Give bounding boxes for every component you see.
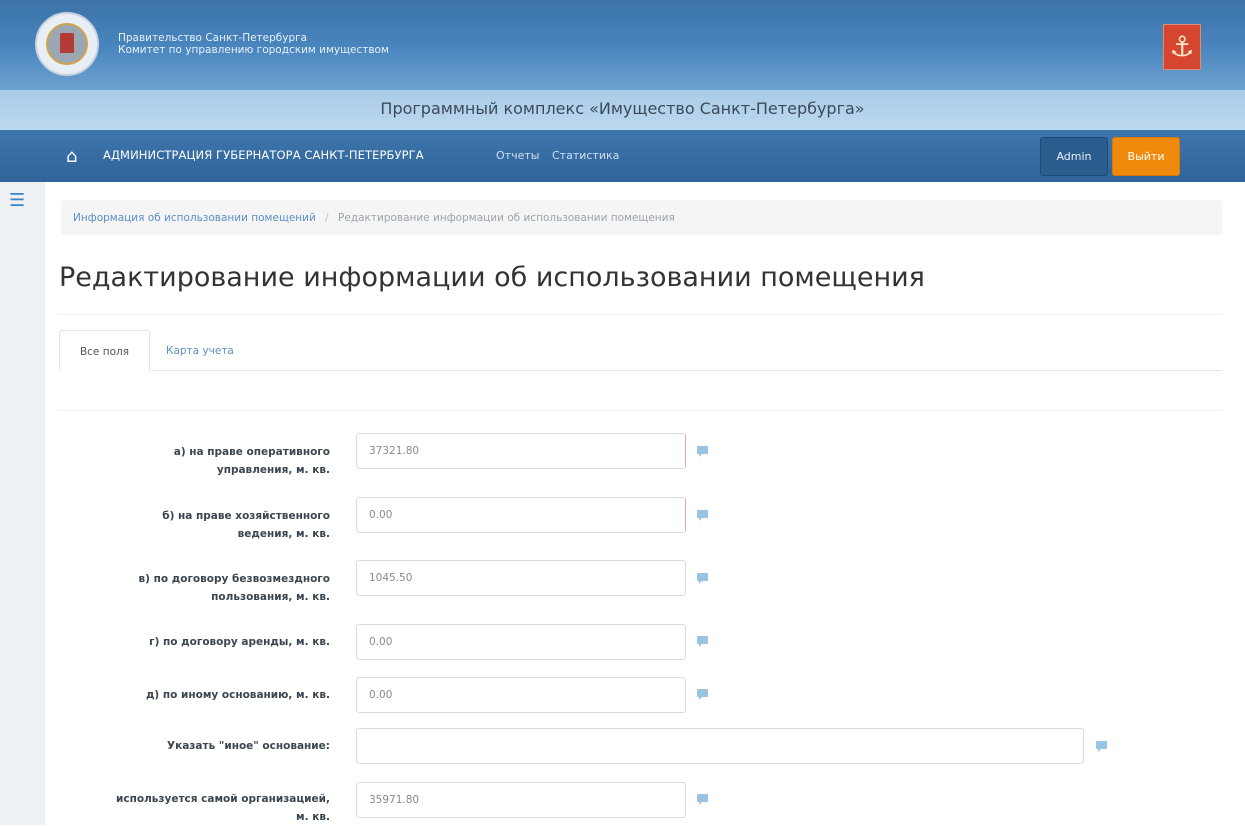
nav-link-statistics[interactable]: Статистика <box>552 149 619 162</box>
breadcrumb-current: Редактирование информации об использован… <box>338 212 675 224</box>
divider <box>59 410 1222 411</box>
nav-link-reports[interactable]: Отчеты <box>496 149 539 162</box>
nav-brand[interactable]: АДМИНИСТРАЦИЯ ГУБЕРНАТОРА САНКТ-ПЕТЕРБУР… <box>103 148 424 162</box>
field-label: б) на праве хозяйственного ведения, м. к… <box>70 507 330 543</box>
page-title: Редактирование информации об использован… <box>59 262 925 293</box>
logout-button[interactable]: Выйти <box>1112 137 1180 176</box>
field-label-line: пользования, м. кв. <box>211 591 330 603</box>
top-header: Правительство Санкт-Петербурга Комитет п… <box>0 0 1245 90</box>
breadcrumb-separator: / <box>325 212 329 224</box>
other-basis-text-input[interactable] <box>356 728 1084 764</box>
tab-all-fields[interactable]: Все поля <box>59 330 150 371</box>
tab-account-card[interactable]: Карта учета <box>166 330 234 371</box>
field-label-line: а) на праве оперативного <box>173 446 330 458</box>
list-icon[interactable]: ☰ <box>9 190 25 211</box>
lease-input[interactable]: 0.00 <box>356 624 686 660</box>
field-label-line: м. кв. <box>296 811 330 823</box>
field-label: Указать "иное" основание: <box>70 737 330 755</box>
field-label-line: д) по иному основанию, м. кв. <box>145 689 330 701</box>
free-use-input[interactable]: 1045.50 <box>356 560 686 596</box>
field-label-line: б) на праве хозяйственного <box>162 510 330 522</box>
comment-icon[interactable] <box>1096 741 1107 752</box>
comment-icon[interactable] <box>697 573 708 584</box>
field-label-line: Указать "иное" основание: <box>167 740 330 752</box>
org-name: Правительство Санкт-Петербурга Комитет п… <box>118 32 389 56</box>
program-title-band: Программный комплекс «Имущество Санкт-Пе… <box>0 90 1245 130</box>
sidebar-strip <box>0 182 45 825</box>
field-label: д) по иному основанию, м. кв. <box>70 686 330 704</box>
field-label: используется самой организацией, м. кв. <box>70 790 330 826</box>
org-line-2: Комитет по управлению городским имуществ… <box>118 44 389 56</box>
field-label: г) по договору аренды, м. кв. <box>70 633 330 651</box>
operational-management-input[interactable]: 37321.80 <box>356 433 686 469</box>
comment-icon[interactable] <box>697 510 708 521</box>
breadcrumb: Информация об использовании помещений / … <box>61 200 1222 235</box>
own-use-input[interactable]: 35971.80 <box>356 782 686 818</box>
comment-icon[interactable] <box>697 446 708 457</box>
field-label-line: управления, м. кв. <box>216 464 330 476</box>
user-button[interactable]: Admin <box>1040 137 1108 176</box>
org-line-1: Правительство Санкт-Петербурга <box>118 32 308 44</box>
field-label: а) на праве оперативного управления, м. … <box>70 443 330 479</box>
comment-icon[interactable] <box>697 794 708 805</box>
field-label-line: используется самой организацией, <box>116 793 330 805</box>
economic-management-input[interactable]: 0.00 <box>356 497 686 533</box>
field-label-line: г) по договору аренды, м. кв. <box>149 636 330 648</box>
field-label-line: в) по договору безвозмездного <box>138 573 330 585</box>
flag-icon: ⚓ <box>1163 24 1201 70</box>
comment-icon[interactable] <box>697 689 708 700</box>
divider <box>59 314 1222 315</box>
field-label: в) по договору безвозмездного пользовани… <box>70 570 330 606</box>
program-title: Программный комплекс «Имущество Санкт-Пе… <box>380 99 865 118</box>
coat-of-arms-icon <box>35 12 99 76</box>
breadcrumb-link[interactable]: Информация об использовании помещений <box>73 212 316 224</box>
other-basis-input[interactable]: 0.00 <box>356 677 686 713</box>
comment-icon[interactable] <box>697 636 708 647</box>
field-label-line: ведения, м. кв. <box>237 528 330 540</box>
home-icon[interactable]: ⌂ <box>66 146 77 167</box>
